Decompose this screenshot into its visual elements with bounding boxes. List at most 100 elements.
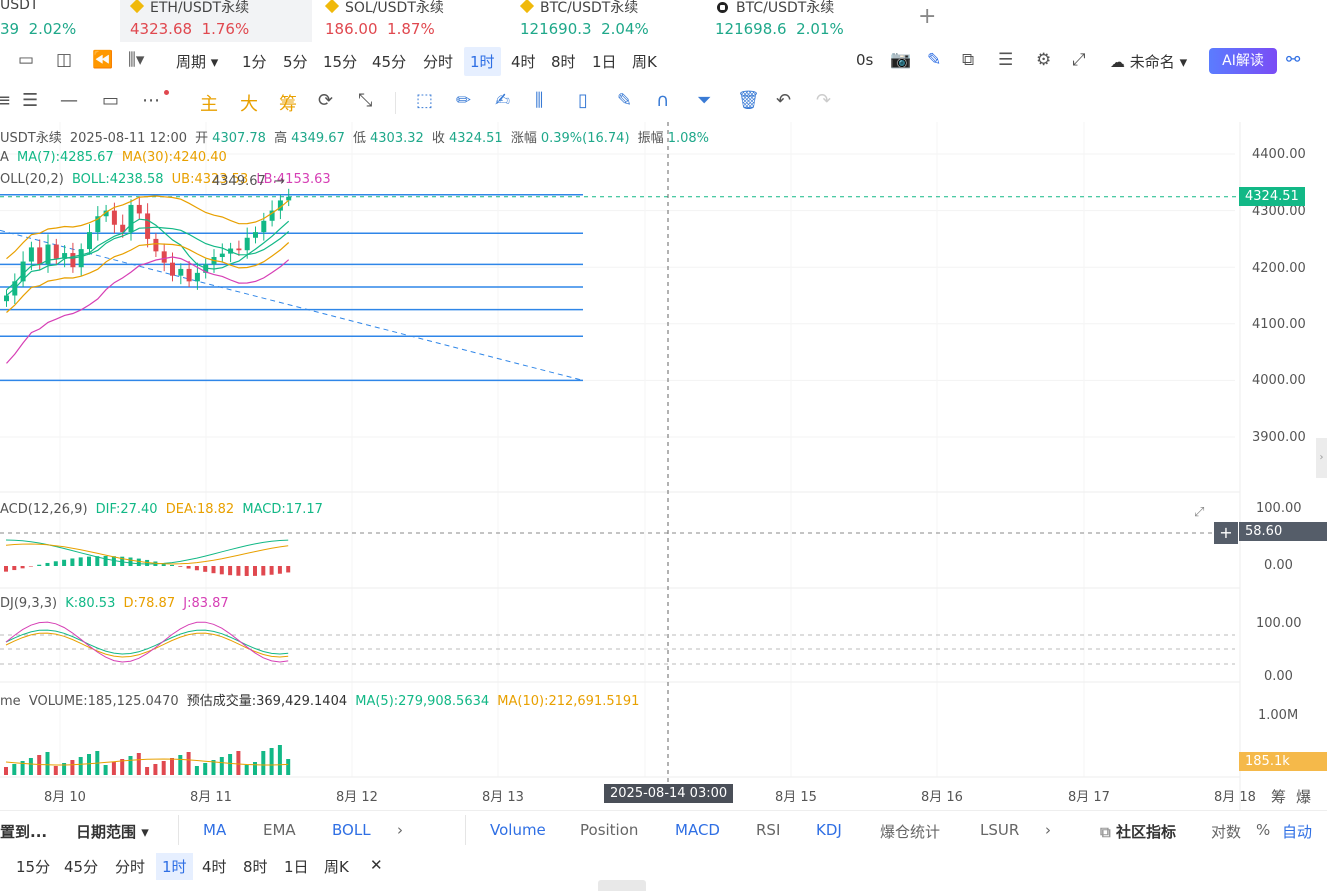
candles-icon[interactable]: ⫼ <box>535 90 543 111</box>
bottom-period-8h[interactable]: 8时 <box>243 856 268 877</box>
period-5m[interactable]: 5分 <box>283 51 308 72</box>
fullscreen-icon[interactable]: ⤢ <box>1072 50 1086 70</box>
volume-bar <box>87 754 91 775</box>
filter-icon[interactable]: ⏷ <box>697 90 711 111</box>
brush-icon[interactable]: ✍ <box>495 90 510 111</box>
horizontal-line-icon[interactable]: — <box>60 90 78 111</box>
community-indicators-button[interactable]: ⧉ 社区指标 <box>1100 821 1176 842</box>
tab-liquidation[interactable]: 爆仓统计 <box>880 821 940 842</box>
calendar-icon[interactable]: ▭ <box>18 50 34 70</box>
bottom-period-15m[interactable]: 15分 <box>16 856 50 877</box>
tabs-scroll-right-icon[interactable]: › <box>1045 821 1051 839</box>
measure-icon[interactable]: ⤡ <box>358 90 372 111</box>
candle-body <box>178 268 184 276</box>
close-icon[interactable]: ✕ <box>370 856 383 874</box>
add-tab-button[interactable]: + <box>918 4 936 29</box>
ticker-price: 186.00 1.87% <box>325 20 435 38</box>
tab-position[interactable]: Position <box>580 821 638 839</box>
select-icon[interactable]: ⬚ <box>416 90 433 111</box>
undo-icon[interactable]: ↶ <box>776 90 791 111</box>
tab-kdj[interactable]: KDJ <box>816 821 842 839</box>
bottom-period-1d[interactable]: 1日 <box>284 856 309 877</box>
bottom-period-week[interactable]: 周K <box>324 856 349 877</box>
ruler-icon[interactable]: ✏ <box>456 90 471 111</box>
chart-area[interactable]: USDT永续 2025-08-11 12:00 开 4307.78 高 4349.6… <box>0 122 1327 810</box>
tab-boll[interactable]: BOLL <box>332 821 371 839</box>
macd-axis-label: 100.00 <box>1256 501 1302 516</box>
collapse-handle[interactable] <box>598 880 646 891</box>
redo-icon[interactable]: ↷ <box>816 90 831 111</box>
candle-body <box>186 268 192 282</box>
tab-ema[interactable]: EMA <box>263 821 296 839</box>
tab-volume[interactable]: Volume <box>490 821 546 839</box>
pen-icon[interactable]: ✎ <box>927 50 941 70</box>
period-45m[interactable]: 45分 <box>372 51 406 72</box>
tab-ma[interactable]: MA <box>203 821 226 839</box>
period-timeline[interactable]: 分时 <box>423 51 453 72</box>
chip-distribution-button[interactable]: 筹 <box>279 90 297 116</box>
tab-rsi[interactable]: RSI <box>756 821 780 839</box>
tab-macd[interactable]: MACD <box>675 821 720 839</box>
note-icon[interactable]: ✎ <box>617 90 632 111</box>
date-axis-label: 8月 16 <box>921 790 963 805</box>
battery-icon[interactable]: ▯ <box>578 90 588 111</box>
rectangle-icon[interactable]: ▭ <box>102 90 119 111</box>
magnet-icon[interactable]: ∩ <box>656 90 669 111</box>
more-icon[interactable]: ⋯ <box>142 90 160 111</box>
period-8h[interactable]: 8时 <box>551 51 576 72</box>
auto-scale-toggle[interactable]: 自动 <box>1282 821 1312 842</box>
liquidation-toggle[interactable]: 爆 <box>1296 786 1311 807</box>
ticker-tab-eth[interactable]: ETH/USDT永续 4323.68 1.76% <box>120 0 312 42</box>
layout-icon[interactable]: ◫ <box>56 50 72 70</box>
ma-legend: A MA(7):4285.67 MA(30):4240.40 <box>0 150 227 165</box>
binance-icon <box>324 0 340 14</box>
chip-toggle[interactable]: 筹 <box>1271 786 1286 807</box>
big-order-button[interactable]: 大 <box>240 90 258 116</box>
camera-icon[interactable]: 📷 <box>890 50 911 70</box>
ticker-tab-sol[interactable]: SOL/USDT永续 186.00 1.87% <box>324 0 505 42</box>
date-axis-label: 8月 15 <box>775 790 817 805</box>
period-1d[interactable]: 1日 <box>592 51 617 72</box>
side-panel-handle[interactable]: › <box>1316 438 1327 478</box>
percent-scale-toggle[interactable]: % <box>1256 821 1270 839</box>
ticker-tab-btc-binance[interactable]: BTC/USDT永续 121690.3 2.04% <box>519 0 705 42</box>
settings-icon[interactable]: ⚙ <box>1036 50 1051 70</box>
bottom-period-timeline[interactable]: 分时 <box>115 856 145 877</box>
expand-icon[interactable]: ⤢ <box>1194 505 1204 520</box>
list-icon[interactable]: ☰ <box>998 50 1013 70</box>
bottom-period-45m[interactable]: 45分 <box>64 856 98 877</box>
date-range-dropdown[interactable]: 日期范围 ▾ <box>76 821 149 842</box>
countdown-label: 0s <box>856 51 874 69</box>
tabs-scroll-right-icon[interactable]: › <box>397 821 403 839</box>
rewind-icon[interactable]: ⏪ <box>92 50 113 70</box>
main-indicator-button[interactable]: 主 <box>200 90 218 116</box>
period-4h[interactable]: 4时 <box>511 51 536 72</box>
ai-interpret-button[interactable]: AI解读 <box>1209 48 1277 74</box>
bottom-period-4h[interactable]: 4时 <box>202 856 227 877</box>
candle-type-icon[interactable]: ⫼▾ <box>128 50 144 70</box>
share-icon[interactable]: ⚯ <box>1286 50 1300 70</box>
period-15m[interactable]: 15分 <box>323 51 357 72</box>
period-1m[interactable]: 1分 <box>242 51 267 72</box>
reset-button[interactable]: 置到... <box>0 821 47 842</box>
bottom-period-1h[interactable]: 1时 <box>156 853 193 880</box>
candle-body <box>37 247 43 265</box>
layout-name-dropdown[interactable]: ☁ 未命名 ▾ <box>1110 51 1187 72</box>
lines-icon[interactable]: ☰ <box>22 90 38 111</box>
refresh-icon[interactable]: ⟳ <box>318 90 333 111</box>
ticker-tab-usdt[interactable]: USDT 39 2.02% <box>0 0 115 42</box>
log-scale-toggle[interactable]: 对数 <box>1211 821 1241 842</box>
date-axis-label: 8月 18 <box>1214 790 1256 805</box>
trash-icon[interactable]: 🗑 <box>737 90 760 111</box>
kdj-axis-label: 100.00 <box>1256 616 1302 631</box>
menu-icon[interactable]: ≡ <box>0 90 11 111</box>
period-week[interactable]: 周K <box>632 51 657 72</box>
tab-lsur[interactable]: LSUR <box>980 821 1019 839</box>
add-alert-icon[interactable]: + <box>1214 522 1238 544</box>
macd-bar <box>203 566 208 572</box>
ticker-tab-btc-okx[interactable]: BTC/USDT永续 121698.6 2.01% <box>715 0 905 42</box>
macd-bar <box>186 566 191 569</box>
period-1h[interactable]: 1时 <box>464 47 501 76</box>
window-icon[interactable]: ⧉ <box>962 50 974 70</box>
period-dropdown[interactable]: 周期 ▾ <box>176 51 218 72</box>
